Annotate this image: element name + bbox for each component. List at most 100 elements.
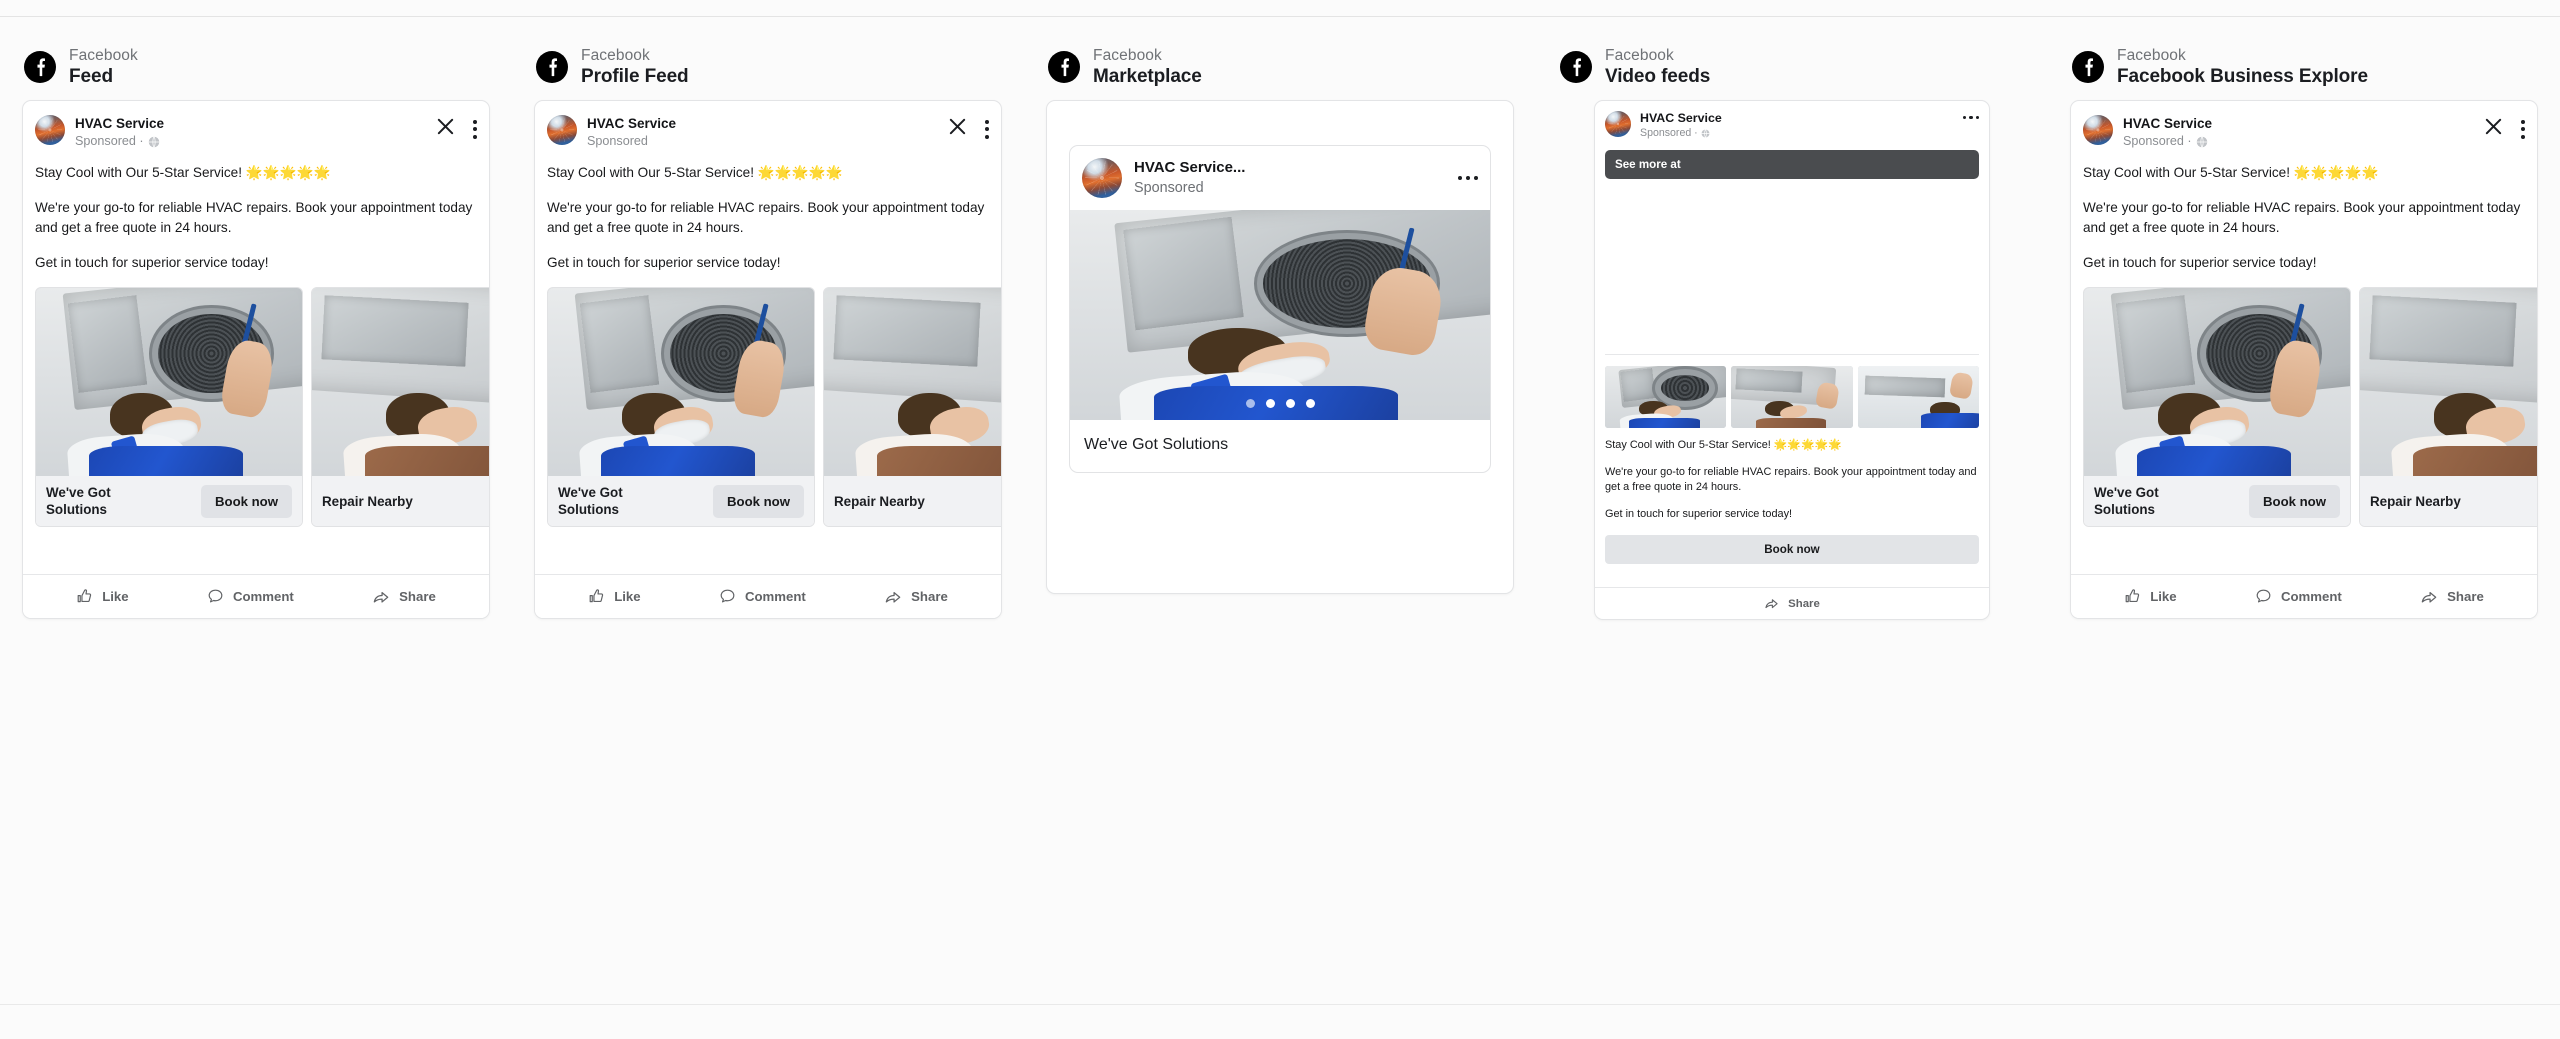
advertiser-name: HVAC Service [1640, 111, 1722, 125]
kebab-menu-icon[interactable] [473, 119, 477, 139]
video-thumbnail-strip[interactable] [1595, 355, 1989, 428]
placement-title: Profile Feed [581, 66, 689, 87]
kebab-menu-icon[interactable] [2521, 119, 2525, 139]
sponsored-label: Sponsored [587, 133, 938, 150]
carousel-pagination-dots[interactable] [1070, 399, 1490, 408]
share-arrow-icon [1765, 599, 1778, 609]
share-button[interactable]: Share [884, 588, 948, 606]
like-button[interactable]: Like [2124, 588, 2177, 605]
kebab-menu-icon[interactable] [1962, 111, 1979, 120]
ad-preview-card: HVAC Service Sponsored · Stay Cool with … [2070, 100, 2538, 619]
carousel-card[interactable]: We've Got Solutions Book now [547, 287, 815, 527]
comment-button[interactable]: Comment [2255, 588, 2342, 605]
engagement-bar: Like Comment Share [2071, 574, 2537, 618]
ad-headline: Stay Cool with Our 5-Star Service! 🌟🌟🌟🌟🌟 [1605, 439, 1842, 451]
share-label: Share [1788, 597, 1820, 610]
sponsored-text: Sponsored [587, 134, 648, 148]
carousel-card[interactable]: Repair Nearby [311, 287, 489, 527]
bottom-divider [0, 1004, 2560, 1005]
video-placeholder [1595, 179, 1989, 354]
globe-icon [148, 136, 159, 147]
ad-carousel[interactable]: We've Got Solutions Book now Repair Near… [23, 287, 489, 527]
listing-image [1070, 210, 1490, 420]
placement-column-video-feeds: Facebook Video feeds HVAC Service Sponso… [1536, 34, 2048, 994]
book-now-button[interactable]: Book now [200, 484, 292, 518]
share-button[interactable]: Share [372, 588, 436, 606]
see-more-at-button[interactable]: See more at [1605, 150, 1979, 179]
kebab-menu-icon[interactable] [1457, 175, 1478, 181]
advertiser-name: HVAC Service... [1134, 159, 1246, 176]
carousel-caption: Repair Nearby [2360, 476, 2537, 526]
share-label: Share [399, 589, 436, 604]
placement-title: Video feeds [1605, 66, 1711, 87]
pagination-dot[interactable] [1305, 399, 1315, 408]
advertiser-avatar [35, 115, 65, 145]
like-label: Like [102, 589, 129, 604]
carousel-caption: Repair Nearby [312, 476, 489, 526]
placement-column-business-explore: Facebook Facebook Business Explore HVAC … [2048, 34, 2560, 994]
pagination-dot-active[interactable] [1265, 399, 1275, 408]
sponsored-text: Sponsored · [2123, 134, 2192, 148]
placement-platform: Facebook [2117, 47, 2186, 64]
comment-bubble-icon [2256, 589, 2271, 603]
advertiser-avatar [2083, 115, 2113, 145]
sponsored-label: Sponsored · [75, 133, 426, 150]
pagination-dot[interactable] [1245, 399, 1255, 408]
kebab-menu-icon[interactable] [985, 119, 989, 139]
advertiser-avatar [1082, 158, 1122, 198]
comment-button[interactable]: Comment [207, 588, 294, 605]
facebook-logo-icon [536, 51, 568, 83]
sponsored-text: Sponsored · [75, 134, 144, 148]
carousel-caption: We've Got Solutions Book now [36, 476, 302, 526]
ad-body-text: We're your go-to for reliable HVAC repai… [35, 200, 473, 235]
ad-card-header: HVAC Service Sponsored [535, 101, 1001, 150]
video-thumbnail[interactable] [1605, 366, 1727, 428]
carousel-card-title: We've Got Solutions [46, 485, 111, 517]
close-icon[interactable] [948, 117, 967, 141]
share-button[interactable]: Share [2420, 588, 2484, 606]
advertiser-avatar [547, 115, 577, 145]
carousel-card-title: Repair Nearby [2370, 493, 2461, 509]
engagement-bar: Share [1595, 587, 1989, 619]
carousel-card[interactable]: Repair Nearby [823, 287, 1001, 527]
advertiser-avatar [1605, 111, 1631, 137]
video-thumbnail[interactable] [1731, 366, 1853, 428]
pagination-dot[interactable] [1285, 399, 1295, 408]
ad-card-header: HVAC Service Sponsored · [1595, 101, 1989, 140]
book-now-button[interactable]: Book now [2248, 484, 2340, 518]
placement-column-profile-feed: Facebook Profile Feed HVAC Service Spons… [512, 34, 1024, 994]
ad-preview-card: HVAC Service... Sponsored We've Got Solu… [1046, 100, 1514, 594]
marketplace-listing[interactable]: HVAC Service... Sponsored We've Got Solu… [1069, 145, 1491, 473]
ad-closing-text: Get in touch for superior service today! [1605, 508, 1793, 520]
carousel-card[interactable]: Repair Nearby [2359, 287, 2537, 527]
sponsored-label: Sponsored [1134, 180, 1204, 196]
book-now-button[interactable]: Book now [1605, 535, 1979, 564]
carousel-card[interactable]: We've Got Solutions Book now [35, 287, 303, 527]
close-icon[interactable] [436, 117, 455, 141]
like-button[interactable]: Like [76, 588, 129, 605]
share-arrow-icon [2421, 591, 2437, 603]
close-icon[interactable] [2484, 117, 2503, 141]
comment-button[interactable]: Comment [719, 588, 806, 605]
like-button[interactable]: Like [588, 588, 641, 605]
carousel-caption: We've Got Solutions Book now [548, 476, 814, 526]
carousel-card-title: We've Got Solutions [2094, 485, 2159, 517]
carousel-image [2360, 288, 2537, 476]
placement-platform: Facebook [1605, 47, 1674, 64]
book-now-button[interactable]: Book now [712, 484, 804, 518]
ad-carousel[interactable]: We've Got Solutions Book now Repair Near… [2071, 287, 2537, 527]
video-thumbnail[interactable] [1857, 366, 1979, 428]
ad-closing-text: Get in touch for superior service today! [2083, 255, 2317, 270]
sponsored-text: Sponsored · [1640, 127, 1698, 139]
carousel-card[interactable]: We've Got Solutions Book now [2083, 287, 2351, 527]
share-label: Share [911, 589, 948, 604]
ad-carousel[interactable]: We've Got Solutions Book now Repair Near… [535, 287, 1001, 527]
ad-copy: Stay Cool with Our 5-Star Service! 🌟🌟🌟🌟🌟… [535, 150, 1001, 273]
globe-icon [2196, 136, 2207, 147]
carousel-image [824, 288, 1001, 476]
facebook-logo-icon [1048, 51, 1080, 83]
placement-column-marketplace: Facebook Marketplace HVAC Service... Spo… [1024, 34, 1536, 994]
share-button[interactable]: Share [1764, 596, 1820, 611]
placement-column-feed: Facebook Feed HVAC Service Sponsored · S… [0, 34, 512, 994]
comment-bubble-icon [208, 589, 223, 603]
